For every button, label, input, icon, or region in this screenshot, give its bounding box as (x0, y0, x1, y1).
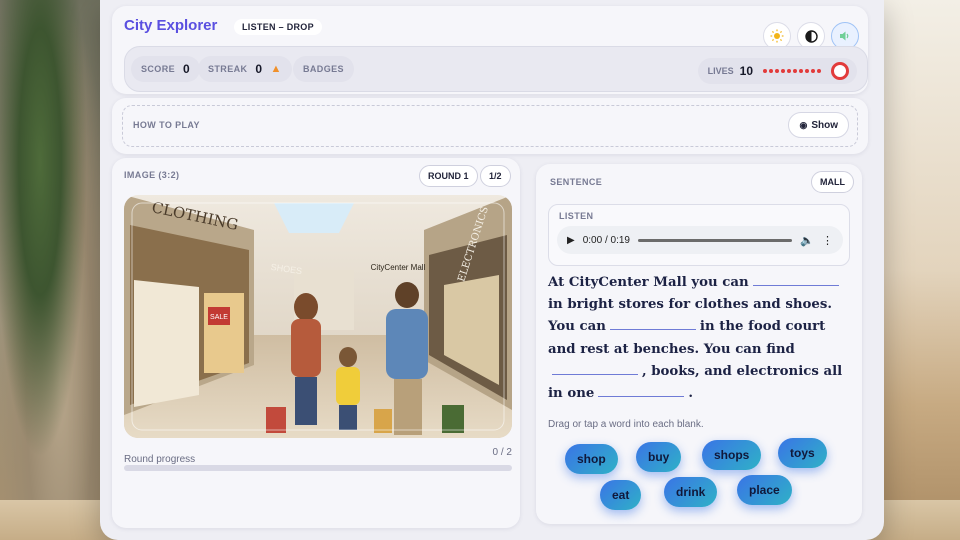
show-instructions-button[interactable]: ◉ Show (788, 112, 849, 138)
sentence-segment: At CityCenter Mall you can (548, 275, 749, 290)
audio-seek-bar[interactable] (637, 238, 793, 242)
how-to-play-box: HOW TO PLAY ◉ Show (122, 105, 858, 147)
sentence-segment: . (688, 386, 693, 402)
play-icon[interactable]: ▶ (567, 235, 575, 246)
life-dot (817, 69, 821, 73)
score-value: 0 (183, 62, 191, 76)
volume-icon[interactable]: 🔈 (800, 234, 814, 247)
more-options-icon[interactable]: ⋮ (822, 234, 833, 247)
life-dot (793, 69, 797, 73)
round-progress-label: Round progress (124, 454, 196, 465)
how-to-play-label: HOW TO PLAY (133, 120, 200, 130)
life-dot (763, 69, 767, 73)
streak-value: 0 (255, 62, 263, 76)
lives-dots (763, 69, 821, 73)
word-chip-shops[interactable]: shops (702, 440, 762, 470)
listen-label: LISTEN (559, 211, 594, 221)
image-panel: IMAGE (3:2) ROUND 1 1/2 SALE CLOTHING SH… (112, 158, 520, 528)
sentence-text: At CityCenter Mall you canin bright stor… (548, 272, 848, 405)
background-plant (0, 0, 100, 540)
life-dot (811, 69, 815, 73)
audio-player: ▶ 0:00 / 0:19 🔈 ⋮ (557, 226, 843, 254)
blank-slot-3[interactable] (552, 361, 638, 375)
player-time: 0:00 / 0:19 (582, 234, 630, 246)
round-chip: ROUND 1 (419, 165, 478, 187)
life-dot (781, 69, 785, 73)
life-dot (775, 69, 779, 73)
badges-button[interactable]: BADGES (293, 56, 354, 82)
life-dot (805, 69, 809, 73)
word-chip-shop[interactable]: shop (565, 444, 618, 474)
sale-sign: SALE (208, 307, 230, 325)
mall-name-sign: CityCenter Mall (371, 263, 426, 272)
badges-label: BADGES (303, 64, 344, 74)
mode-badge: LISTEN – DROP (234, 19, 322, 35)
blank-slot-4[interactable] (598, 383, 685, 398)
how-to-play-panel: HOW TO PLAY ◉ Show (112, 98, 868, 154)
contrast-icon (804, 29, 818, 43)
life-dot (787, 69, 791, 73)
lives-indicator: LIVES 10 (697, 58, 857, 84)
round-progress-bar (124, 465, 512, 471)
word-chip-buy[interactable]: buy (636, 442, 682, 472)
word-chip-eat[interactable]: eat (600, 480, 642, 510)
image-label: IMAGE (3:2) (124, 170, 180, 180)
score-pill: SCORE 0 (131, 56, 201, 82)
blank-slot-1[interactable] (752, 272, 839, 286)
round-progress-count: 0 / 2 (492, 447, 512, 458)
lives-label: LIVES (707, 66, 734, 76)
flame-icon: ▲ (270, 63, 282, 75)
word-chip-place[interactable]: place (737, 475, 792, 505)
streak-pill: STREAK 0 ▲ (198, 56, 292, 82)
sentence-panel: SENTENCE MALL LISTEN ▶ 0:00 / 0:19 🔈 ⋮ A… (536, 164, 862, 524)
score-label: SCORE (141, 64, 176, 74)
streak-label: STREAK (208, 64, 248, 74)
speaker-icon (840, 31, 849, 41)
eye-icon: ◉ (799, 119, 808, 130)
word-chip-toys[interactable]: toys (778, 438, 827, 468)
app-window: City Explorer LISTEN – DROP SCORE 0 STRE… (100, 0, 884, 540)
life-dot (799, 69, 803, 73)
sentence-label: SENTENCE (550, 177, 603, 187)
word-chip-drink[interactable]: drink (664, 477, 718, 507)
mall-scene-image: SALE CLOTHING SHOES CityCenter Mall ELEC… (124, 195, 512, 438)
listen-box: LISTEN ▶ 0:00 / 0:19 🔈 ⋮ (548, 204, 850, 266)
header: City Explorer LISTEN – DROP SCORE 0 STRE… (112, 6, 868, 94)
lives-ring-icon (831, 62, 849, 80)
stats-bar: SCORE 0 STREAK 0 ▲ BADGES LIVES 10 (124, 46, 868, 92)
life-dot (769, 69, 773, 73)
app-title: City Explorer (124, 17, 218, 34)
sale-text: SALE (210, 314, 228, 321)
show-label: Show (811, 119, 838, 131)
lives-value: 10 (739, 64, 753, 78)
blank-slot-2[interactable] (609, 316, 696, 331)
round-count-chip: 1/2 (480, 165, 511, 187)
sun-icon (770, 29, 784, 43)
topic-chip: MALL (811, 171, 854, 193)
background-window (880, 0, 960, 540)
drag-hint: Drag or tap a word into each blank. (548, 419, 704, 430)
